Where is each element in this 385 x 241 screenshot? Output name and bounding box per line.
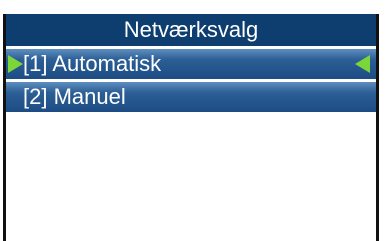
menu-item-label: [2] Manuel — [23, 84, 126, 109]
menu-item-manual[interactable]: [2] Manuel — [6, 82, 376, 112]
menu-item-automatic[interactable]: [1] Automatisk — [6, 49, 376, 79]
device-screen: Netværksvalg [1] Automatisk [2] Manuel — [0, 0, 385, 241]
page-title: Netværksvalg — [6, 14, 376, 46]
menu-panel: Netværksvalg [1] Automatisk [2] Manuel — [3, 14, 379, 241]
selection-arrow-right-icon — [8, 55, 23, 73]
menu-list: [1] Automatisk [2] Manuel — [6, 49, 376, 115]
selection-arrow-left-icon — [355, 55, 370, 73]
menu-item-label: [1] Automatisk — [23, 51, 162, 76]
